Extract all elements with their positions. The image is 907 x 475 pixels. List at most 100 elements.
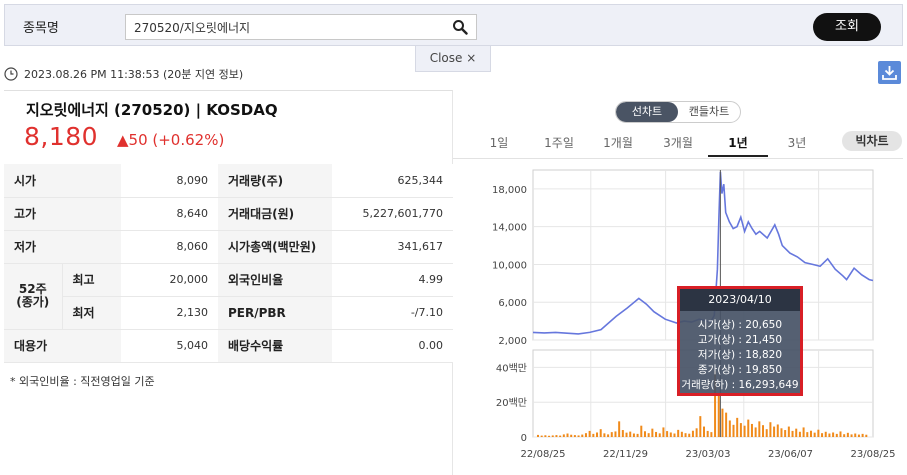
table-row: 최저 2,130 PER/PBR -/7.10 [4, 296, 453, 330]
info-key: 저가 [4, 230, 121, 264]
volume-bar [839, 431, 842, 437]
volume-bar [577, 435, 580, 437]
volume-bar [809, 430, 812, 437]
volume-bar [684, 433, 687, 437]
volume-bar [843, 434, 846, 437]
volume-bar [857, 434, 860, 437]
price-tick-label: 14,000 [492, 223, 527, 234]
price-tick-label: 10,000 [492, 260, 527, 271]
volume-bar [640, 425, 643, 437]
search-input[interactable] [134, 18, 444, 36]
volume-bar [821, 433, 824, 437]
timestamp-bar: 2023.08.26 PM 11:38:53 (20분 지연 정보) [4, 66, 243, 82]
info-key: 대용가 [4, 329, 121, 363]
info-value: 341,617 [332, 230, 453, 264]
price-chart[interactable]: 18,000 14,000 10,000 6,000 2,000 40백만 20백만 0 22/… [453, 90, 903, 475]
volume-bar [636, 433, 639, 437]
volume-bar [736, 417, 739, 437]
volume-bar [562, 434, 565, 437]
volume-bar [850, 434, 853, 437]
download-button[interactable] [878, 61, 901, 84]
volume-bar [584, 433, 587, 437]
volume-bar [798, 431, 801, 437]
table-row: 고가 8,640 거래대금(원) 5,227,601,770 [4, 197, 453, 231]
volume-bar [570, 434, 573, 437]
info-key: PER/PBR [218, 296, 332, 330]
volume-bar [599, 429, 602, 437]
volume-bar [540, 435, 543, 437]
table-row: 대용가 5,040 배당수익률 0.00 [4, 329, 453, 363]
info-value: 8,060 [121, 230, 218, 264]
volume-bar [832, 432, 835, 437]
volume-bar [725, 412, 728, 437]
price-tick-label: 2,000 [498, 336, 527, 347]
volume-bar [828, 433, 831, 437]
foreign-ratio-note: * 외국인비율 : 직전영업일 기준 [10, 375, 155, 388]
volume-bar [691, 430, 694, 437]
week52-label: 52주 (종가) [4, 263, 63, 330]
stock-info-table: 시가 8,090 거래량(주) 625,344 고가 8,640 거래대금(원)… [4, 164, 453, 363]
volume-bar [743, 425, 746, 437]
tooltip-row: 저가(상) : 18,820 [697, 349, 783, 361]
search-field[interactable] [125, 14, 477, 40]
info-key: 거래량(주) [218, 164, 332, 198]
volume-tick-label: 40백만 [496, 362, 527, 374]
volume-tick-label: 20백만 [496, 397, 527, 409]
info-value: 0.00 [332, 329, 453, 363]
info-key: 거래대금(원) [218, 197, 332, 231]
close-button[interactable]: Close × [415, 46, 491, 72]
volume-bar [773, 426, 776, 437]
stock-summary-panel: 지오릿에너지 (270520) | KOSDAQ 8,180 ▲50 (+0.6… [4, 90, 453, 475]
volume-bar [548, 435, 551, 437]
x-tick-label: 22/08/25 [521, 449, 566, 460]
volume-bar [721, 408, 724, 437]
volume-bar [673, 433, 676, 437]
info-value: 5,040 [121, 329, 218, 363]
volume-bar [776, 424, 779, 437]
volume-bar [728, 420, 731, 437]
volume-bar [717, 393, 720, 437]
volume-bar [824, 431, 827, 437]
info-key: 시가총액(백만원) [218, 230, 332, 264]
volume-bar [555, 435, 558, 437]
volume-bar [754, 427, 757, 437]
volume-bar [607, 434, 610, 437]
info-value: 8,640 [121, 197, 218, 231]
volume-bar [846, 432, 849, 437]
volume-bar [703, 426, 705, 437]
volume-bar [651, 428, 654, 437]
tooltip-row: 시가(상) : 20,650 [697, 319, 783, 331]
volume-bar [806, 432, 809, 437]
info-key: 고가 [4, 197, 121, 231]
search-bar: 종목명 조회 [4, 4, 903, 46]
volume-bar [802, 427, 805, 437]
x-tick-label: 23/08/25 [851, 449, 896, 460]
volume-bar [669, 432, 672, 437]
info-key: 시가 [4, 164, 121, 198]
timestamp-text: 2023.08.26 PM 11:38:53 (20분 지연 정보) [24, 68, 244, 81]
current-price: 8,180 [24, 122, 99, 151]
tooltip-date: 2023/04/10 [680, 289, 800, 311]
x-tick-label: 23/06/07 [768, 449, 813, 460]
info-value: 8,090 [121, 164, 218, 198]
volume-bar [592, 433, 595, 437]
volume-bar [817, 429, 820, 437]
volume-bar [710, 432, 713, 437]
price-change: ▲50 (+0.62%) [117, 131, 225, 149]
info-key: 외국인비율 [218, 263, 332, 297]
tooltip-row: 종가(상) : 19,850 [697, 364, 783, 376]
info-key: 최고 [62, 263, 121, 297]
volume-bar [791, 430, 794, 437]
volume-bar [662, 427, 665, 437]
search-icon[interactable] [452, 19, 468, 35]
volume-bar [861, 433, 864, 437]
volume-bar [750, 423, 753, 437]
query-button[interactable]: 조회 [813, 13, 881, 41]
price-tick-label: 6,000 [498, 298, 527, 309]
stock-name-label: 종목명 [23, 21, 59, 36]
volume-tick-label: 0 [521, 433, 527, 444]
table-row: 52주 (종가) 최고 20,000 외국인비율 4.99 [4, 263, 453, 330]
volume-bar [581, 434, 584, 437]
volume-bar [621, 430, 624, 437]
x-tick-label: 22/11/29 [603, 449, 648, 460]
